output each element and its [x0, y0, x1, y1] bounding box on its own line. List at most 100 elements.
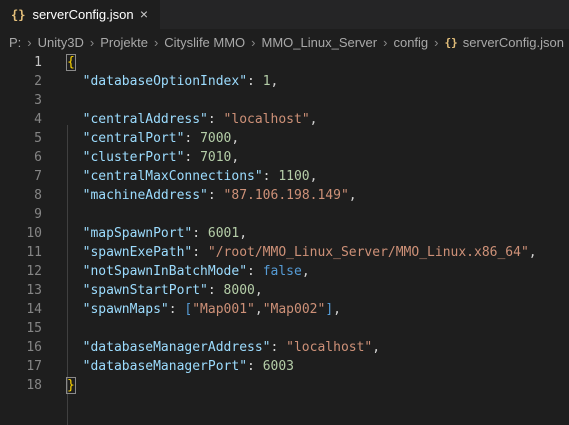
breadcrumb-separator-icon: › [27, 34, 32, 50]
code-line[interactable]: 14 "spawnMaps": ["Map001","Map002"], [0, 300, 569, 319]
code-line[interactable]: 11 "spawnExePath": "/root/MMO_Linux_Serv… [0, 243, 569, 262]
code-line[interactable]: 2 "databaseOptionIndex": 1, [0, 72, 569, 91]
code-line[interactable]: 1{ [0, 53, 569, 72]
code-token: , [309, 169, 318, 184]
line-code: "spawnStartPort": 8000, [67, 281, 263, 300]
breadcrumb-item[interactable]: P: [9, 35, 21, 50]
code-token: "localhost" [286, 340, 373, 355]
code-token: , [333, 302, 341, 317]
breadcrumb-item[interactable]: Cityslife MMO [164, 35, 245, 50]
breadcrumb-separator-icon: › [153, 34, 159, 50]
code-token: 7000 [200, 131, 232, 146]
code-token: 7010 [200, 150, 232, 165]
line-code: "machineAddress": "87.106.198.149", [67, 186, 357, 205]
code-token: "centralMaxConnections" [82, 169, 263, 184]
line-code: "spawnMaps": ["Map001","Map002"], [67, 300, 341, 319]
code-token: "Map001" [192, 302, 255, 317]
code-line[interactable]: 4 "centralAddress": "localhost", [0, 110, 569, 129]
code-token: , [231, 150, 240, 165]
line-number: 18 [26, 378, 42, 393]
code-token: : [184, 131, 201, 146]
line-number: 12 [26, 264, 42, 279]
code-token: 6001 [207, 226, 240, 241]
line-number: 2 [34, 74, 42, 89]
breadcrumb-item[interactable]: Projekte [100, 35, 148, 50]
line-code: "databaseManagerAddress": "localhost", [67, 338, 380, 357]
code-token: "centralAddress" [82, 112, 208, 127]
code-line[interactable]: 18} [0, 376, 569, 395]
line-number: 17 [26, 359, 42, 374]
code-token: , [231, 131, 240, 146]
line-number: 15 [26, 321, 42, 336]
tab-serverconfig[interactable]: {} serverConfig.json × [0, 0, 160, 29]
line-code: "centralMaxConnections": 1100, [67, 167, 318, 186]
breadcrumb-item[interactable]: MMO_Linux_Server [262, 35, 378, 50]
line-number: 16 [26, 340, 42, 355]
code-line[interactable]: 13 "spawnStartPort": 8000, [0, 281, 569, 300]
code-token: "spawnStartPort" [82, 283, 208, 298]
breadcrumb-item[interactable]: serverConfig.json [463, 35, 564, 50]
code-token: "spawnMaps" [82, 302, 169, 317]
code-token: } [66, 377, 76, 394]
tab-title: serverConfig.json [32, 7, 134, 22]
code-line[interactable]: 10 "mapSpawnPort": 6001, [0, 224, 569, 243]
code-token: ] [325, 302, 334, 317]
line-number: 5 [34, 131, 42, 146]
json-file-icon: {} [11, 7, 26, 22]
code-line[interactable]: 9 [0, 205, 569, 224]
code-token: "databaseManagerPort" [82, 359, 248, 374]
line-code: "spawnExePath": "/root/MMO_Linux_Server/… [67, 243, 537, 262]
code-line[interactable]: 17 "databaseManagerPort": 6003 [0, 357, 569, 376]
tab-bar: {} serverConfig.json × [0, 0, 569, 29]
code-token: , [254, 283, 263, 298]
code-token: { [66, 54, 76, 71]
breadcrumb-item[interactable]: config [393, 35, 428, 50]
line-number: 3 [34, 93, 42, 108]
breadcrumb-item[interactable]: Unity3D [38, 35, 84, 50]
code-token: , [348, 188, 357, 203]
code-line[interactable]: 8 "machineAddress": "87.106.198.149", [0, 186, 569, 205]
line-code: "clusterPort": 7010, [67, 148, 240, 167]
code-editor[interactable]: 1{2 "databaseOptionIndex": 1, 3 4 "central… [0, 53, 569, 425]
code-token: : [262, 169, 279, 184]
code-token: : [247, 359, 263, 374]
line-code: { [66, 53, 76, 72]
line-number: 11 [26, 245, 42, 260]
code-token: "localhost" [223, 112, 310, 127]
code-token: "clusterPort" [82, 150, 185, 165]
close-icon[interactable]: × [140, 6, 148, 22]
line-number: 8 [34, 188, 42, 203]
code-line[interactable]: 12 "notSpawnInBatchMode": false, [0, 262, 569, 281]
code-token: : [247, 74, 263, 89]
code-token: 1 [262, 74, 271, 89]
code-token: "mapSpawnPort" [82, 226, 193, 241]
code-token: , [270, 74, 279, 89]
code-token: "notSpawnInBatchMode" [82, 264, 248, 279]
breadcrumb-separator-icon: › [89, 34, 95, 50]
code-token: "databaseManagerAddress" [82, 340, 271, 355]
code-line[interactable]: 3 [0, 91, 569, 110]
breadcrumb-separator-icon: › [251, 34, 256, 50]
line-number: 7 [34, 169, 42, 184]
code-token: : [168, 302, 185, 317]
json-file-icon: {} [444, 35, 458, 49]
code-token: "machineAddress" [82, 188, 208, 203]
code-token: "databaseOptionIndex" [82, 74, 248, 89]
line-code: "databaseOptionIndex": 1, [67, 72, 279, 91]
code-line[interactable]: 15 [0, 319, 569, 338]
code-line[interactable]: 7 "centralMaxConnections": 1100, [0, 167, 569, 186]
code-line[interactable]: 16 "databaseManagerAddress": "localhost"… [0, 338, 569, 357]
code-line[interactable]: 6 "clusterPort": 7010, [0, 148, 569, 167]
code-line[interactable]: 5 "centralPort": 7000, [0, 129, 569, 148]
breadcrumb-separator-icon: › [434, 34, 439, 50]
code-token: : [207, 188, 224, 203]
